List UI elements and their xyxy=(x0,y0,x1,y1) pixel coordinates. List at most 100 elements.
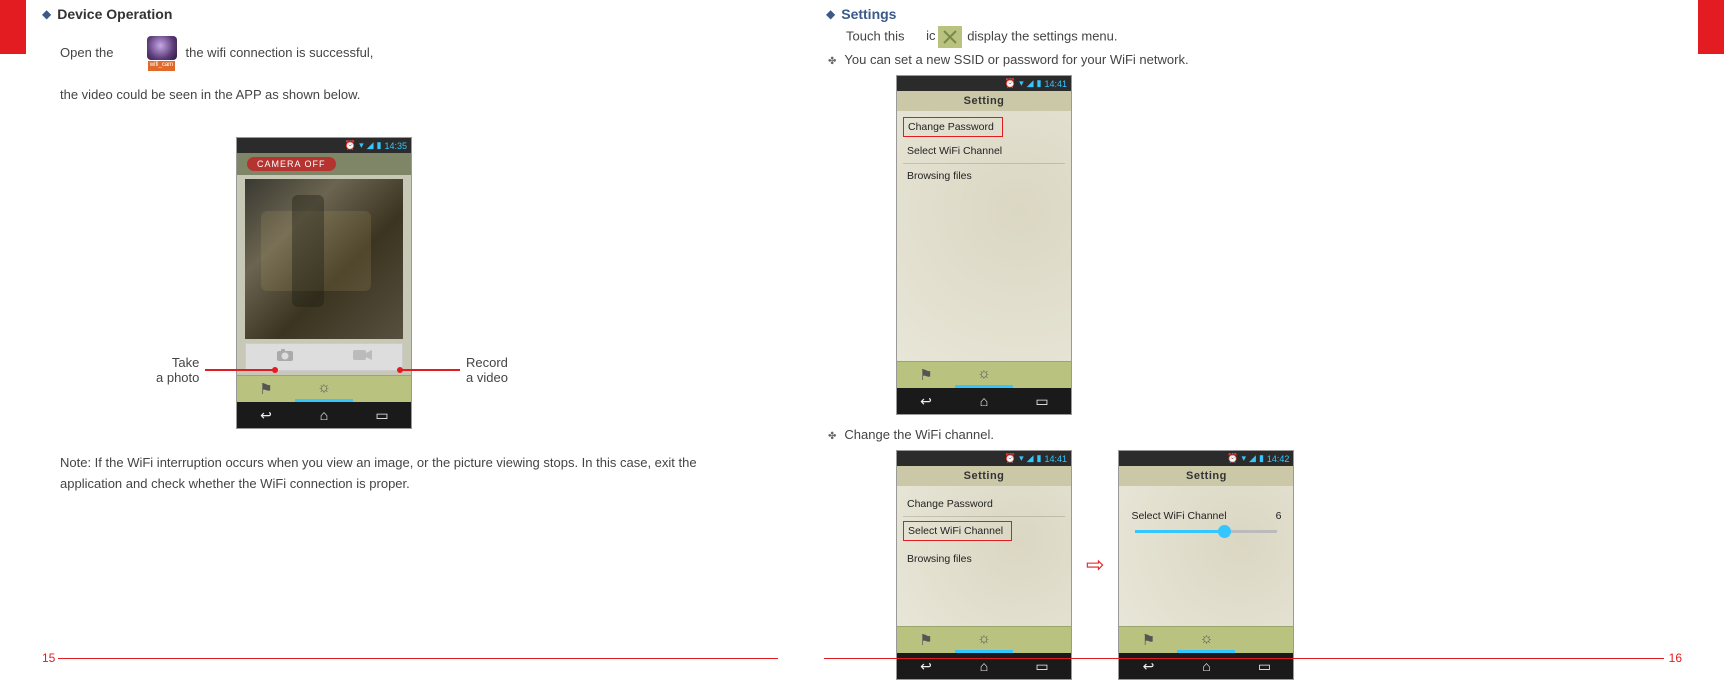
phone-settings-body: Change Password Select WiFi Channel Brow… xyxy=(897,111,1071,361)
slider-label: Select WiFi Channel xyxy=(1131,510,1226,522)
phone-settings-body: Change Password Select WiFi Channel Brow… xyxy=(897,486,1071,626)
tools-icon[interactable] xyxy=(1235,627,1293,653)
take-photo-anno-l2: a photo xyxy=(156,370,199,385)
status-time: 14:41 xyxy=(1044,79,1067,89)
signal-icon: ◢ xyxy=(1027,453,1034,464)
red-accent-left xyxy=(0,0,26,54)
take-photo-anno-l1: Take xyxy=(156,355,199,370)
phone-settings-change-password: ⏰ ▾ ◢ ▮ 14:41 Setting Change Password Se… xyxy=(896,75,1072,415)
left-line-1a: Open the xyxy=(60,43,114,64)
sun-icon[interactable]: ☼ xyxy=(1177,627,1235,653)
status-time: 14:35 xyxy=(384,141,407,151)
flag-icon[interactable]: ⚑ xyxy=(1119,627,1177,653)
status-time: 14:41 xyxy=(1044,454,1067,464)
app-launcher-label: wifi_cam xyxy=(148,61,175,71)
wifi-icon: ▾ xyxy=(1019,78,1024,89)
nav-recent-icon[interactable]: ▭ xyxy=(353,402,411,428)
phone-navbar: ↩ ⌂ ▭ xyxy=(897,388,1071,414)
bullet-channel-text: Change the WiFi channel. xyxy=(844,427,994,442)
battery-icon: ▮ xyxy=(1259,453,1264,464)
right-heading-row: ◆ Settings xyxy=(826,6,1694,22)
alarm-icon: ⏰ xyxy=(1005,78,1016,89)
record-video-button[interactable] xyxy=(353,348,373,366)
phone-settings-select-channel: ⏰ ▾ ◢ ▮ 14:41 Setting Change Password Se… xyxy=(896,450,1072,680)
menu-change-password[interactable]: Change Password xyxy=(903,492,1065,517)
slider-thumb[interactable] xyxy=(1218,525,1231,538)
signal-icon: ◢ xyxy=(1027,78,1034,89)
phone-title-setting: Setting xyxy=(1119,466,1293,486)
left-line-1: Open the wifi_cam the wifi connection is… xyxy=(60,36,820,71)
nav-back-icon[interactable]: ↩ xyxy=(897,388,955,414)
red-accent-right xyxy=(1698,0,1724,54)
phone-status-bar: ⏰ ▾ ◢ ▮ 14:42 xyxy=(1119,451,1293,466)
wifi-channel-slider[interactable] xyxy=(1135,530,1277,533)
right-column: ◆ Settings Touch this ic display the set… xyxy=(824,0,1694,680)
left-section-title: Device Operation xyxy=(57,6,172,22)
slider-value: 6 xyxy=(1276,510,1282,522)
record-video-anno-l2: a video xyxy=(466,370,508,385)
flag-icon[interactable]: ⚑ xyxy=(897,627,955,653)
page-number-right: 16 xyxy=(1669,651,1682,665)
battery-icon: ▮ xyxy=(1037,78,1042,89)
sun-icon[interactable]: ☼ xyxy=(955,627,1013,653)
tools-icon[interactable] xyxy=(1013,362,1071,388)
left-line-1b: the wifi connection is successful, xyxy=(186,43,374,64)
bullet-ssid: ✤ You can set a new SSID or password for… xyxy=(828,52,1694,67)
nav-home-icon[interactable]: ⌂ xyxy=(955,388,1013,414)
nav-recent-icon[interactable]: ▭ xyxy=(1013,388,1071,414)
phone-title-setting: Setting xyxy=(897,91,1071,111)
nav-home-icon[interactable]: ⌂ xyxy=(295,402,353,428)
menu-select-wifi-channel[interactable]: Select WiFi Channel xyxy=(903,139,1065,164)
nav-back-icon[interactable]: ↩ xyxy=(237,402,295,428)
phone-navbar: ↩ ⌂ ▭ xyxy=(237,402,411,428)
settings-toolbar-icon xyxy=(938,26,962,48)
diamond-bullet-icon: ◆ xyxy=(826,7,835,21)
plus-bullet-icon: ✤ xyxy=(828,56,836,67)
phone-status-bar: ⏰ ▾ ◢ ▮ 14:35 xyxy=(237,138,411,153)
bullet-ssid-text: You can set a new SSID or password for y… xyxy=(844,52,1188,67)
menu-browsing-files[interactable]: Browsing files xyxy=(903,547,1065,571)
menu-change-password[interactable]: Change Password xyxy=(903,117,1003,137)
footer-rule-left xyxy=(58,658,778,660)
footer-rule-right xyxy=(824,658,1664,660)
page-number-left: 15 xyxy=(42,651,55,665)
right-line-1mid-pre: ic xyxy=(926,28,935,43)
camera-off-bar: CAMERA OFF xyxy=(237,153,411,175)
phone-channel-slider: ⏰ ▾ ◢ ▮ 14:42 Setting Select WiFi Channe… xyxy=(1118,450,1294,680)
diamond-bullet-icon: ◆ xyxy=(42,7,51,21)
signal-icon: ◢ xyxy=(1249,453,1256,464)
phone-toolbar: ⚑ ☼ xyxy=(897,626,1071,653)
phone-toolbar: ⚑ ☼ xyxy=(897,361,1071,388)
tools-icon[interactable] xyxy=(1013,627,1071,653)
sun-icon[interactable]: ☼ xyxy=(955,362,1013,388)
take-photo-annotation: Take a photo xyxy=(156,355,275,385)
wifi-icon: ▾ xyxy=(1019,453,1024,464)
alarm-icon: ⏰ xyxy=(1005,453,1016,464)
sun-icon[interactable]: ☼ xyxy=(295,376,353,402)
flag-icon[interactable]: ⚑ xyxy=(897,362,955,388)
phone-toolbar: ⚑ ☼ xyxy=(1119,626,1293,653)
take-photo-button[interactable] xyxy=(276,348,294,367)
annotation-line-right xyxy=(400,369,460,371)
left-line-2: the video could be seen in the APP as sh… xyxy=(60,85,820,106)
left-heading-row: ◆ Device Operation xyxy=(42,6,820,22)
right-line-1a: Touch this xyxy=(846,28,905,43)
phone-status-bar: ⏰ ▾ ◢ ▮ 14:41 xyxy=(897,451,1071,466)
bullet-channel: ✤ Change the WiFi channel. xyxy=(828,427,1694,442)
wifi-icon: ▾ xyxy=(359,140,364,151)
plus-bullet-icon: ✤ xyxy=(828,431,836,442)
phone-title-setting: Setting xyxy=(897,466,1071,486)
annotation-line-left xyxy=(205,369,275,371)
menu-select-wifi-channel[interactable]: Select WiFi Channel xyxy=(903,521,1012,541)
signal-icon: ◢ xyxy=(367,140,374,151)
slider-fill xyxy=(1135,530,1220,533)
left-column: ◆ Device Operation Open the wifi_cam the… xyxy=(40,0,820,495)
phone-slider-body: Select WiFi Channel 6 xyxy=(1119,486,1293,626)
record-video-annotation: Record a video xyxy=(400,355,508,385)
phone-camera-app: ⏰ ▾ ◢ ▮ 14:35 CAMERA OFF ⚑ ☼ xyxy=(236,137,412,429)
alarm-icon: ⏰ xyxy=(1227,453,1238,464)
menu-browsing-files[interactable]: Browsing files xyxy=(903,164,1065,188)
right-line-1c: display the settings menu. xyxy=(967,28,1117,43)
app-launcher-icon: wifi_cam xyxy=(144,36,180,71)
camera-lens-icon xyxy=(147,36,177,60)
